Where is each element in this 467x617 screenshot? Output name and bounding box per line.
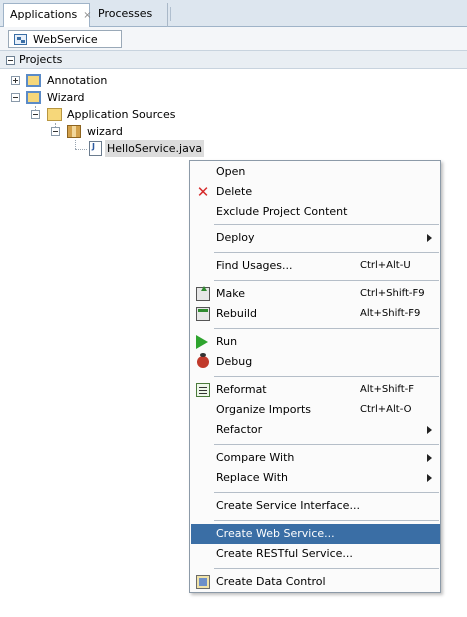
projects-panel-title: Projects (19, 53, 63, 66)
menu-separator (214, 444, 439, 445)
menu-item-label: Find Usages... (216, 259, 293, 272)
expand-icon[interactable] (11, 76, 20, 85)
menu-item-debug[interactable]: Debug (191, 352, 440, 372)
menu-item-open[interactable]: Open (191, 162, 440, 182)
menu-item-create-service-interface[interactable]: Create Service Interface... (191, 496, 440, 516)
menu-item-deploy[interactable]: Deploy (191, 228, 440, 248)
menu-separator (214, 492, 439, 493)
menu-item-make[interactable]: Make Ctrl+Shift-F9 (191, 284, 440, 304)
menu-item-shortcut: Alt+Shift-F (360, 384, 415, 395)
project-folder-icon (26, 91, 41, 104)
tree-item-label: wizard (87, 125, 123, 138)
menu-item-refactor[interactable]: Refactor (191, 420, 440, 440)
menu-item-label: Compare With (216, 451, 295, 464)
menu-item-label: Debug (216, 355, 253, 368)
menu-item-delete[interactable]: ✕ Delete (191, 182, 440, 202)
tab-processes[interactable]: Processes (92, 3, 168, 27)
application-selector-label: WebService (33, 33, 98, 46)
menu-item-label: Create RESTful Service... (216, 547, 353, 560)
application-selector[interactable]: WebService (8, 30, 122, 48)
menu-item-label: Open (216, 165, 246, 178)
menu-item-rebuild[interactable]: Rebuild Alt+Shift-F9 (191, 304, 440, 324)
rebuild-icon (196, 307, 210, 321)
reformat-icon (196, 383, 210, 397)
run-icon (196, 335, 208, 349)
menu-item-organize-imports[interactable]: Organize Imports Ctrl+Alt-O (191, 400, 440, 420)
package-icon (67, 125, 81, 138)
menu-separator (214, 568, 439, 569)
make-icon (196, 286, 210, 301)
delete-icon: ✕ (196, 183, 210, 201)
menu-separator (214, 280, 439, 281)
panel-tab-bar: Applications × Processes (0, 0, 467, 27)
tree-item-label: HelloService.java (105, 140, 205, 157)
menu-separator (214, 376, 439, 377)
collapse-icon[interactable] (51, 127, 60, 136)
menu-item-create-data-control[interactable]: Create Data Control (191, 572, 440, 592)
menu-item-label: Organize Imports (216, 403, 312, 416)
tree-item-wizard[interactable]: Wizard (0, 89, 200, 106)
tree-item-label: Application Sources (67, 108, 176, 121)
folder-icon (47, 108, 62, 121)
close-icon[interactable]: × (83, 10, 91, 21)
collapse-icon[interactable] (11, 93, 20, 102)
tree-item-annotation[interactable]: Annotation (0, 72, 200, 89)
application-icon (14, 34, 27, 45)
menu-item-label: Create Web Service... (216, 527, 335, 540)
menu-separator (214, 224, 439, 225)
project-folder-icon (26, 74, 41, 87)
menu-item-label: Replace With (216, 471, 288, 484)
tab-applications-label: Applications (10, 8, 78, 21)
menu-item-label: Reformat (216, 383, 267, 396)
tab-processes-label: Processes (98, 7, 153, 20)
menu-item-create-web-service[interactable]: Create Web Service... (191, 524, 440, 544)
menu-separator (214, 328, 439, 329)
menu-item-shortcut: Ctrl+Shift-F9 (360, 288, 425, 299)
menu-item-reformat[interactable]: Reformat Alt+Shift-F (191, 380, 440, 400)
tab-divider (170, 7, 171, 21)
java-file-icon (89, 141, 102, 156)
menu-item-create-restful-service[interactable]: Create RESTful Service... (191, 544, 440, 564)
menu-separator (214, 520, 439, 521)
tree-item-label: Wizard (47, 91, 85, 104)
tree-item-application-sources[interactable]: Application Sources (0, 106, 220, 123)
tree-item-label: Annotation (47, 74, 108, 87)
context-menu: Open ✕ Delete Exclude Project Content De… (189, 160, 441, 593)
tab-applications[interactable]: Applications × (3, 3, 92, 27)
menu-item-label: Create Service Interface... (216, 499, 360, 512)
tree-item-helloservice-java[interactable]: HelloService.java (0, 140, 220, 157)
menu-item-exclude-project-content[interactable]: Exclude Project Content (191, 202, 440, 222)
debug-bug-icon (197, 353, 209, 368)
menu-item-label: Exclude Project Content (216, 205, 348, 218)
submenu-arrow-icon (427, 234, 432, 242)
menu-item-shortcut: Ctrl+Alt-U (360, 260, 411, 271)
collapse-icon[interactable] (31, 110, 40, 119)
menu-item-label: Run (216, 335, 238, 348)
menu-item-label: Create Data Control (216, 575, 326, 588)
menu-item-run[interactable]: Run (191, 332, 440, 352)
submenu-arrow-icon (427, 454, 432, 462)
menu-item-label: Refactor (216, 423, 263, 436)
data-control-icon (196, 575, 210, 589)
menu-item-label: Deploy (216, 231, 255, 244)
menu-item-find-usages[interactable]: Find Usages... Ctrl+Alt-U (191, 256, 440, 276)
menu-item-label: Make (216, 287, 245, 300)
menu-item-shortcut: Ctrl+Alt-O (360, 404, 412, 415)
projects-panel-header[interactable]: Projects (0, 51, 467, 69)
application-toolbar: WebService (0, 27, 467, 51)
menu-item-label: Rebuild (216, 307, 257, 320)
submenu-arrow-icon (427, 474, 432, 482)
menu-separator (214, 252, 439, 253)
tree-item-package-wizard[interactable]: wizard (0, 123, 200, 140)
menu-item-replace-with[interactable]: Replace With (191, 468, 440, 488)
collapse-icon[interactable] (6, 56, 15, 65)
menu-item-shortcut: Alt+Shift-F9 (360, 308, 421, 319)
menu-item-label: Delete (216, 185, 253, 198)
menu-item-compare-with[interactable]: Compare With (191, 448, 440, 468)
submenu-arrow-icon (427, 426, 432, 434)
